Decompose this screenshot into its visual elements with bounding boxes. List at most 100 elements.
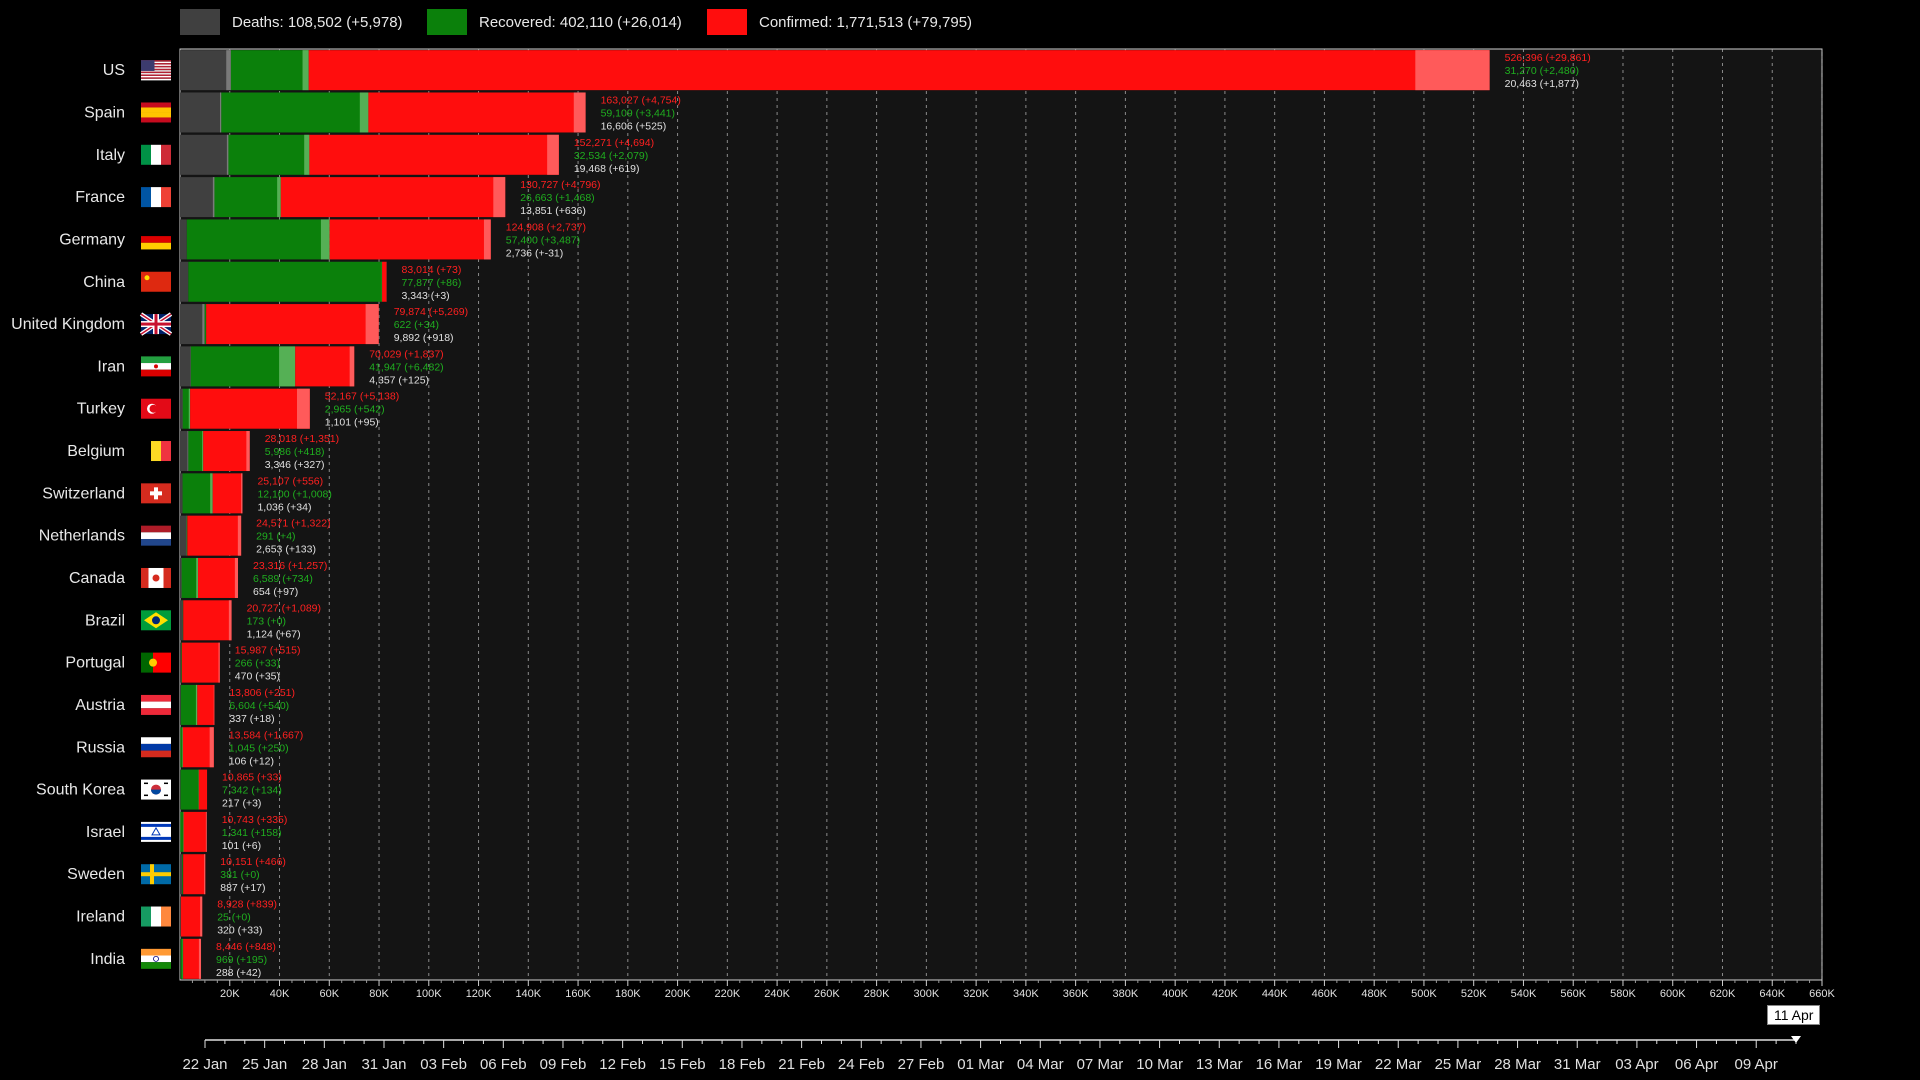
flag-part: [141, 532, 171, 539]
flag-part: [164, 794, 168, 797]
deaths-bar: [180, 304, 205, 345]
confirmed-value-label: 10,865 (+33): [222, 772, 282, 784]
deaths-bar: [180, 346, 191, 387]
confirmed-increment-bar: [234, 557, 239, 598]
flag-part: [141, 229, 171, 237]
deaths-bar: [180, 684, 181, 725]
confirmed-bar: [198, 769, 208, 810]
x-tick-label: 580K: [1610, 988, 1636, 1000]
confirmed-bar: [382, 261, 387, 302]
bar-row-be: Belgium 28,018 (+1,351)5,986 (+418)3,346 …: [67, 431, 339, 472]
timeline-date-label: 15 Feb: [659, 1056, 706, 1073]
bar-row-kr: South Korea 10,865 (+33)7,342 (+134)217 (…: [36, 769, 282, 810]
flag-part: [149, 404, 158, 413]
confirmed-value-label: 13,584 (+1,667): [229, 729, 303, 741]
deaths-bar: [180, 515, 187, 556]
flag-icon: [141, 779, 171, 800]
deaths-value-label: 1,036 (+34): [257, 501, 311, 513]
flag-part: [141, 962, 171, 969]
flag-part: [141, 271, 171, 292]
timeline-date-label: 10 Mar: [1136, 1056, 1183, 1073]
confirmed-value-label: 124,908 (+2,737): [506, 221, 586, 233]
flag-icon: [141, 483, 171, 504]
timeline-date-label: 09 Feb: [540, 1056, 587, 1073]
flag-icon: [141, 398, 171, 419]
deaths-bar: [180, 769, 181, 810]
bar-row-cn: China 83,014 (+73)77,877 (+86)3,343 (+3): [83, 261, 462, 302]
recovered-increment-bar: [182, 727, 183, 768]
flag-icon: [141, 229, 171, 250]
deaths-increment-bar: [226, 134, 229, 175]
confirmed-value-label: 152,271 (+4,694): [574, 137, 654, 149]
confirmed-value-label: 70,029 (+1,837): [369, 348, 443, 360]
recovered-value-label: 41,947 (+6,482): [369, 361, 443, 373]
flag-part: [141, 356, 171, 364]
recovered-bar: [214, 177, 281, 218]
bar-row-at: Austria 13,806 (+251)6,604 (+540)337 (+18…: [75, 684, 295, 725]
recovered-value-label: 6,604 (+540): [229, 700, 289, 712]
confirmed-increment-bar: [204, 854, 206, 895]
recovered-increment-bar: [279, 346, 296, 387]
flag-part: [141, 743, 171, 751]
deaths-bar: [180, 431, 189, 472]
flag-icon: [141, 821, 171, 842]
deaths-value-label: 101 (+6): [222, 840, 261, 852]
bar-row-ch: Switzerland 25,107 (+556)12,100 (+1,008)1…: [42, 473, 332, 514]
x-tick-label: 140K: [515, 988, 541, 1000]
flag-part: [151, 144, 161, 165]
recovered-value-label: 622 (+34): [394, 319, 439, 331]
confirmed-value-label: 8,928 (+839): [217, 899, 277, 911]
flag-part: [154, 314, 158, 335]
flag-part: [141, 77, 171, 79]
confirmed-increment-bar: [200, 896, 203, 937]
bar-row-ru: Russia 13,584 (+1,667)1,045 (+250)106 (+1…: [76, 727, 303, 768]
x-tick-label: 320K: [963, 988, 989, 1000]
flag-part: [141, 836, 171, 840]
country-label: Ireland: [76, 909, 125, 926]
confirmed-value-label: 10,743 (+335): [222, 814, 288, 826]
deaths-value-label: 3,343 (+3): [402, 290, 450, 302]
deaths-bar: [180, 600, 183, 641]
deaths-increment-bar: [220, 92, 222, 133]
x-tick-label: 480K: [1361, 988, 1387, 1000]
confirmed-value-label: 15,987 (+515): [235, 645, 301, 657]
recovered-value-label: 6,589 (+734): [253, 573, 313, 585]
x-tick-label: 440K: [1262, 988, 1288, 1000]
timeline-date-label: 18 Feb: [719, 1056, 766, 1073]
country-label: Netherlands: [39, 528, 125, 545]
deaths-bar: [180, 92, 222, 133]
bar-row-de: Germany 124,908 (+2,737)57,400 (+3,487)2,…: [59, 219, 586, 260]
recovered-bar: [188, 261, 383, 302]
flag-part: [151, 187, 161, 208]
recovered-increment-bar: [188, 388, 191, 429]
flag-part: [144, 275, 150, 281]
flag-part: [141, 701, 171, 709]
timeline-date-label: 27 Feb: [898, 1056, 945, 1073]
recovered-increment-bar: [202, 431, 204, 472]
x-tick-label: 300K: [914, 988, 940, 1000]
flag-part: [141, 737, 171, 744]
country-label: Iran: [97, 358, 125, 375]
confirmed-increment-bar: [213, 684, 215, 725]
recovered-bar: [204, 304, 207, 345]
x-tick-label: 220K: [714, 988, 740, 1000]
deaths-value-label: 20,463 (+1,877): [1505, 78, 1579, 90]
flag-part: [141, 694, 171, 702]
recovered-value-label: 32,534 (+2,079): [574, 150, 648, 162]
confirmed-value-label: 83,014 (+73): [402, 264, 462, 276]
x-tick-label: 200K: [665, 988, 691, 1000]
confirmed-value-label: 10,151 (+466): [220, 856, 286, 868]
timeline-date-label: 22 Mar: [1375, 1056, 1422, 1073]
country-label: United Kingdom: [11, 316, 125, 333]
recovered-increment-bar: [359, 92, 369, 133]
recovered-value-label: 969 (+195): [216, 954, 267, 966]
flag-part: [161, 906, 171, 927]
flag-icon: [141, 652, 171, 673]
flag-part: [149, 658, 157, 667]
timeline-date-label: 16 Mar: [1256, 1056, 1303, 1073]
country-label: Belgium: [67, 443, 125, 460]
x-tick-label: 560K: [1560, 988, 1586, 1000]
flag-icon: [139, 312, 173, 336]
confirmed-bar: [295, 346, 355, 387]
confirmed-bar: [183, 854, 206, 895]
